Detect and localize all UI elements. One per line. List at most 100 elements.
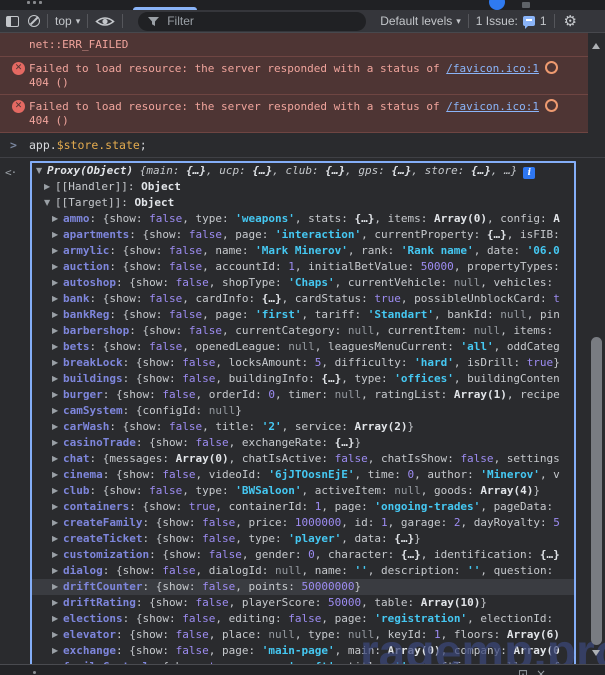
error-source-link[interactable]: /favicon.ico:1 (446, 62, 539, 75)
tree-row[interactable]: ▼[[Target]]: Object (32, 195, 574, 211)
tree-row[interactable]: ▶customization: {show: false, gender: 0,… (32, 547, 574, 563)
error-circle-icon: ✕ (12, 100, 25, 113)
tab-strip-icon (522, 2, 530, 8)
error-message[interactable]: ✕ Failed to load resource: the server re… (0, 56, 588, 94)
tree-row[interactable]: ▶auction: {show: false, accountId: 1, in… (32, 259, 574, 275)
drawer-icon-partial[interactable]: ⊡ (518, 667, 528, 675)
disclosure-triangle-icon[interactable]: ▶ (52, 515, 63, 531)
disclosure-triangle-icon[interactable]: ▼ (44, 195, 55, 211)
error-source-link[interactable]: /favicon.ico:1 (446, 100, 539, 113)
property-key: apartments (63, 228, 129, 241)
property-key: casinoTrade (63, 436, 136, 449)
tree-row[interactable]: ▶ammo: {show: false, type: 'weapons', st… (32, 211, 574, 227)
info-icon[interactable]: i (523, 167, 535, 179)
disclosure-triangle-icon[interactable]: ▶ (52, 483, 63, 499)
disclosure-triangle-icon[interactable]: ▶ (52, 355, 63, 371)
tree-row[interactable]: ▶buildings: {show: false, buildingInfo: … (32, 371, 574, 387)
property-key: customization (63, 548, 149, 561)
log-levels-selector[interactable]: Default levels ▾ (380, 14, 461, 28)
tree-row[interactable]: ▶autoshop: {show: false, shopType: 'Chap… (32, 275, 574, 291)
disclosure-triangle-icon[interactable]: ▶ (52, 435, 63, 451)
property-preview: {main: {…}, ucp: {…}, club: {…}, gps: {…… (133, 164, 517, 177)
scroll-up-arrow-icon[interactable] (592, 39, 600, 49)
error-detail-icon[interactable] (545, 99, 558, 112)
tree-row[interactable]: ▶exchange: {show: false, page: 'main-pag… (32, 643, 574, 659)
filter-box[interactable] (138, 12, 366, 31)
disclosure-triangle-icon[interactable]: ▶ (52, 419, 63, 435)
error-message[interactable]: ✕ Failed to load resource: the server re… (0, 94, 588, 133)
disclosure-triangle-icon[interactable]: ▶ (52, 547, 63, 563)
tree-row[interactable]: ▶carWash: {show: false, title: '2', serv… (32, 419, 574, 435)
property-key: autoshop (63, 276, 116, 289)
tree-row[interactable]: ▶camSystem: {configId: null} (32, 403, 574, 419)
disclosure-triangle-icon[interactable]: ▶ (44, 179, 55, 195)
chevron-down-icon: ▾ (456, 16, 461, 27)
tree-row[interactable]: ▶elections: {show: false, editing: false… (32, 611, 574, 627)
live-expression-button[interactable] (95, 11, 115, 31)
gear-icon: ⚙ (564, 12, 577, 30)
toggle-sidebar-button[interactable] (6, 11, 19, 31)
disclosure-triangle-icon[interactable]: ▶ (52, 531, 63, 547)
disclosure-triangle-icon[interactable]: ▶ (52, 227, 63, 243)
tree-row[interactable]: ▶driftRating: {show: false, playerScore:… (32, 595, 574, 611)
drawer-dot (33, 671, 36, 674)
disclosure-triangle-icon[interactable]: ▼ (36, 163, 47, 179)
tree-row[interactable]: ▶bankReg: {show: false, page: 'first', t… (32, 307, 574, 323)
property-key: bets (63, 340, 90, 353)
tree-row[interactable]: ▶[[Handler]]: Object (32, 179, 574, 195)
scrollbar[interactable] (588, 33, 605, 664)
disclosure-triangle-icon[interactable]: ▶ (52, 579, 63, 595)
disclosure-triangle-icon[interactable]: ▶ (52, 323, 63, 339)
issues-counter[interactable]: 1 Issue: 1 (476, 14, 547, 28)
console-command[interactable]: > app.$store.state; (0, 133, 605, 158)
tree-row[interactable]: ▶bets: {show: false, openedLeague: null,… (32, 339, 574, 355)
settings-button[interactable]: ⚙ (562, 11, 577, 31)
tree-row[interactable]: ▶club: {show: false, type: 'BWSaloon', a… (32, 483, 574, 499)
disclosure-triangle-icon[interactable]: ▶ (52, 211, 63, 227)
disclosure-triangle-icon[interactable]: ▶ (52, 451, 63, 467)
tree-row[interactable]: ▶bank: {show: false, cardInfo: {…}, card… (32, 291, 574, 307)
tree-row[interactable]: ▶elevator: {show: false, place: null, ty… (32, 627, 574, 643)
disclosure-triangle-icon[interactable]: ▶ (52, 595, 63, 611)
property-preview: : {show: false, type: 'weapons', stats: … (90, 212, 560, 225)
error-message[interactable]: net::ERR_FAILED (0, 33, 588, 56)
tree-row[interactable]: ▶barbershop: {show: false, currentCatego… (32, 323, 574, 339)
profile-avatar[interactable] (489, 0, 505, 10)
disclosure-triangle-icon[interactable]: ▶ (52, 371, 63, 387)
disclosure-triangle-icon[interactable]: ▶ (52, 339, 63, 355)
disclosure-triangle-icon[interactable]: ▶ (52, 259, 63, 275)
tree-row[interactable]: ▶cinema: {show: false, videoId: '6jJTOos… (32, 467, 574, 483)
disclosure-triangle-icon[interactable]: ▶ (52, 611, 63, 627)
disclosure-triangle-icon[interactable]: ▶ (52, 387, 63, 403)
disclosure-triangle-icon[interactable]: ▶ (52, 307, 63, 323)
tree-row[interactable]: ▶driftCounter: {show: false, points: 500… (32, 579, 574, 595)
tree-row[interactable]: ▶breakLock: {show: false, locksAmount: 5… (32, 355, 574, 371)
tree-row[interactable]: ▶createTicket: {show: false, type: 'play… (32, 531, 574, 547)
tree-row[interactable]: ▶armylic: {show: false, name: 'Mark Mine… (32, 243, 574, 259)
disclosure-triangle-icon[interactable]: ▶ (52, 643, 63, 659)
tree-row[interactable]: ▶containers: {show: true, containerId: 1… (32, 499, 574, 515)
execution-context-selector[interactable]: top ▾ (55, 14, 80, 28)
disclosure-triangle-icon[interactable]: ▶ (52, 499, 63, 515)
disclosure-triangle-icon[interactable]: ▶ (52, 563, 63, 579)
tree-row[interactable]: ▶apartments: {show: false, page: 'intera… (32, 227, 574, 243)
tree-row[interactable]: ▶dialog: {show: false, dialogId: null, n… (32, 563, 574, 579)
disclosure-triangle-icon[interactable]: ▶ (52, 243, 63, 259)
error-detail-icon[interactable] (545, 61, 558, 74)
tree-row[interactable]: ▶casinoTrade: {show: false, exchangeRate… (32, 435, 574, 451)
disclosure-triangle-icon[interactable]: ▶ (52, 627, 63, 643)
tree-row[interactable]: ▶createFamily: {show: false, price: 1000… (32, 515, 574, 531)
tree-row[interactable]: ▶burger: {show: false, orderId: 0, timer… (32, 387, 574, 403)
scroll-down-arrow-icon[interactable] (592, 650, 600, 660)
drawer-icon-partial[interactable]: × (536, 667, 546, 675)
disclosure-triangle-icon[interactable]: ▶ (52, 467, 63, 483)
tree-row[interactable]: ▼Proxy(Object) {main: {…}, ucp: {…}, clu… (32, 163, 574, 179)
disclosure-triangle-icon[interactable]: ▶ (52, 275, 63, 291)
property-preview: : {show: false, exchangeRate: {…}} (136, 436, 361, 449)
scrollbar-thumb[interactable] (591, 337, 602, 645)
tree-row[interactable]: ▶chat: {messages: Array(0), chatIsActive… (32, 451, 574, 467)
disclosure-triangle-icon[interactable]: ▶ (52, 403, 63, 419)
disclosure-triangle-icon[interactable]: ▶ (52, 291, 63, 307)
clear-console-button[interactable] (28, 11, 40, 31)
filter-input[interactable] (167, 14, 357, 28)
